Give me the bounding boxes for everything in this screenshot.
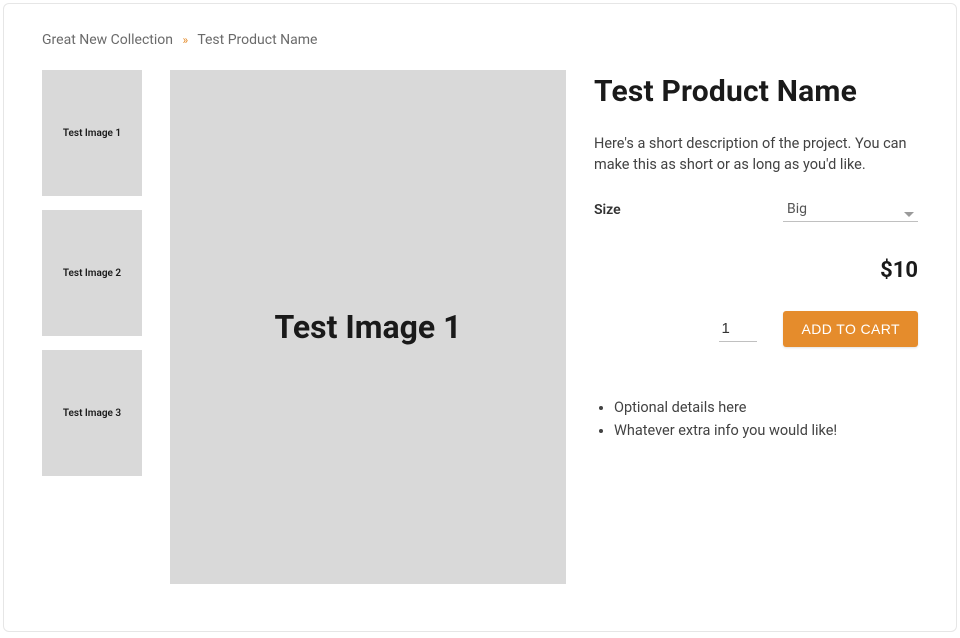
thumbnail-label: Test Image 1	[63, 128, 121, 139]
thumbnail-label: Test Image 2	[63, 268, 121, 279]
product-price: $10	[594, 258, 918, 283]
thumbnail-1[interactable]: Test Image 1	[42, 70, 142, 196]
breadcrumb-separator: »	[183, 33, 189, 47]
breadcrumb: Great New Collection » Test Product Name	[42, 32, 918, 48]
thumbnail-list: Test Image 1 Test Image 2 Test Image 3	[42, 70, 142, 584]
breadcrumb-product[interactable]: Test Product Name	[197, 32, 317, 48]
thumbnail-3[interactable]: Test Image 3	[42, 350, 142, 476]
product-content: Test Image 1 Test Image 2 Test Image 3 T…	[42, 70, 918, 584]
product-details-panel: Test Product Name Here's a short descrip…	[594, 70, 918, 584]
size-select[interactable]: Big	[783, 197, 918, 222]
product-page-card: Great New Collection » Test Product Name…	[3, 3, 957, 632]
breadcrumb-collection[interactable]: Great New Collection	[42, 32, 173, 48]
main-product-image[interactable]: Test Image 1	[170, 70, 566, 584]
add-to-cart-button[interactable]: ADD TO CART	[783, 311, 918, 347]
option-row-size: Size Big	[594, 197, 918, 222]
option-label-size: Size	[594, 202, 621, 218]
product-description: Here's a short description of the projec…	[594, 133, 918, 175]
extra-detail-item: Optional details here	[614, 399, 918, 416]
main-image-label: Test Image 1	[275, 308, 462, 346]
quantity-input[interactable]	[719, 316, 757, 342]
size-select-value: Big	[783, 197, 918, 222]
product-title: Test Product Name	[594, 74, 918, 109]
thumbnail-label: Test Image 3	[63, 408, 121, 419]
cart-actions-row: ADD TO CART	[594, 311, 918, 347]
extra-details-list: Optional details here Whatever extra inf…	[594, 399, 918, 439]
thumbnail-2[interactable]: Test Image 2	[42, 210, 142, 336]
extra-detail-item: Whatever extra info you would like!	[614, 422, 918, 439]
